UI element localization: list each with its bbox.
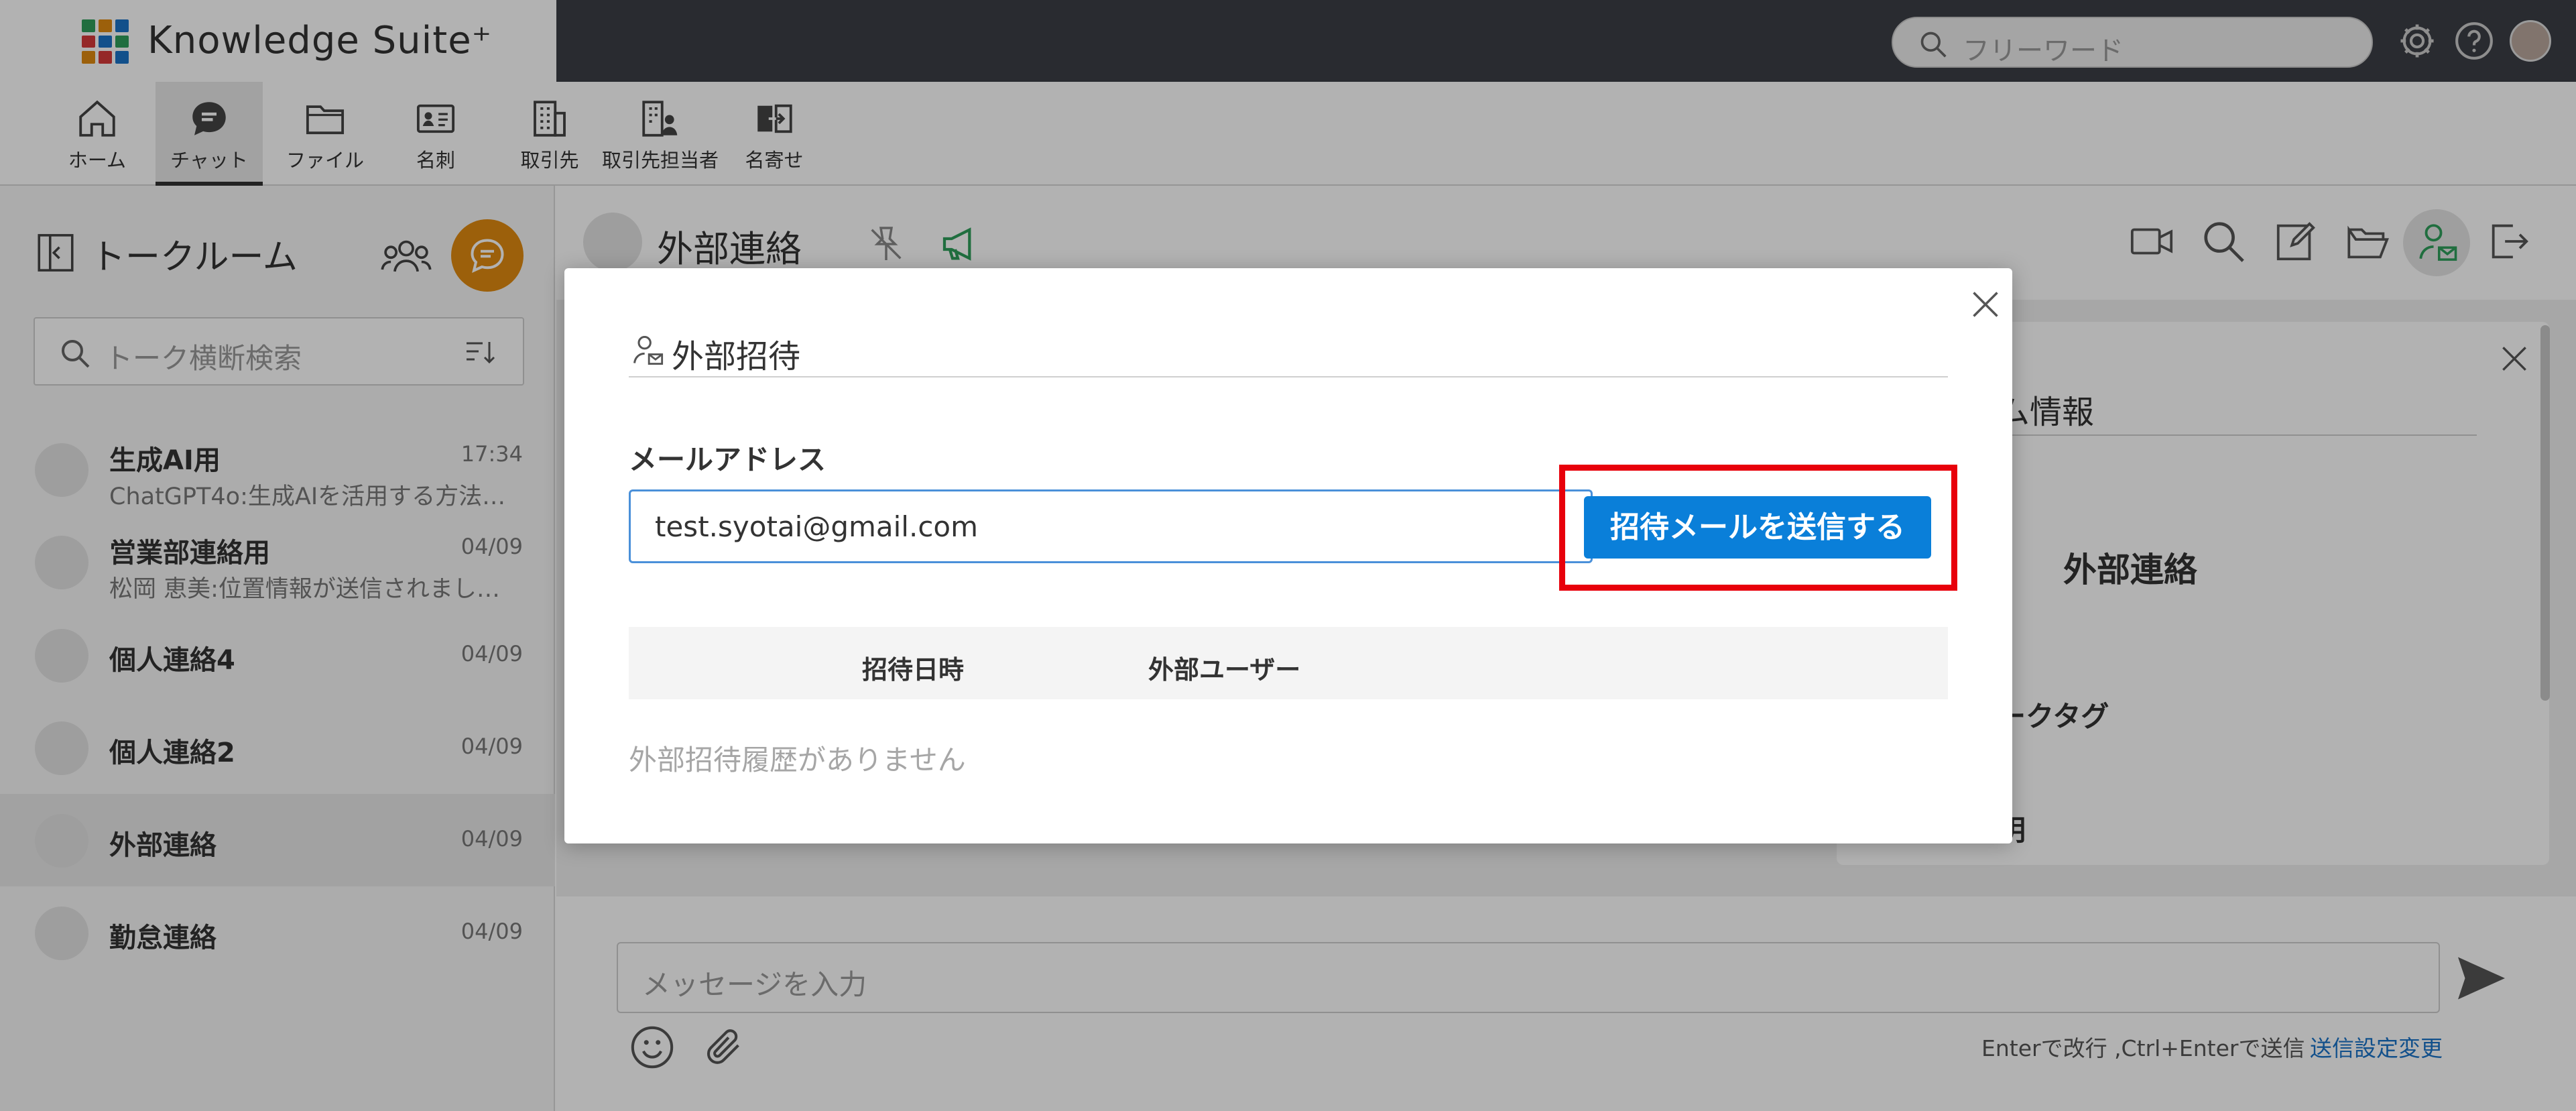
invite-history-header: 招待日時 外部ユーザー xyxy=(629,627,1948,699)
column-header-external-user: 外部ユーザー xyxy=(1148,655,1301,685)
column-header-invite-date: 招待日時 xyxy=(862,655,965,685)
person-invite-icon xyxy=(633,335,664,365)
send-invite-button[interactable]: 招待メールを送信する xyxy=(1584,496,1931,559)
dialog-title: 外部招待 xyxy=(672,338,801,375)
email-label: メールアドレス xyxy=(629,443,826,476)
email-field[interactable]: test.syotai@gmail.com xyxy=(629,489,1593,563)
email-value: test.syotai@gmail.com xyxy=(655,510,979,543)
external-invite-dialog: 外部招待 メールアドレス test.syotai@gmail.com 招待メール… xyxy=(564,268,2012,843)
empty-state-text: 外部招待履歴がありません xyxy=(629,744,966,776)
dialog-header: 外部招待 xyxy=(629,327,1948,377)
close-icon[interactable] xyxy=(1965,284,2006,325)
